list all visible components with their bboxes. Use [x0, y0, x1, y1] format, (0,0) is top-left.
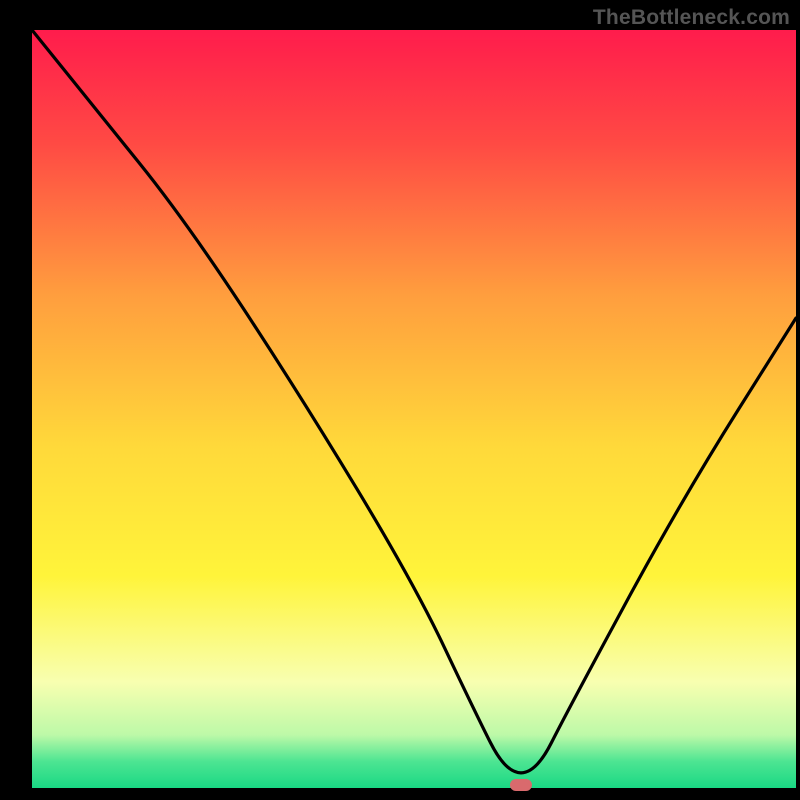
- bottleneck-chart: [0, 0, 800, 800]
- watermark-text: TheBottleneck.com: [593, 6, 790, 30]
- chart-container: TheBottleneck.com: [0, 0, 800, 800]
- chart-plot-area: [32, 30, 796, 788]
- optimal-point-marker: [510, 779, 532, 791]
